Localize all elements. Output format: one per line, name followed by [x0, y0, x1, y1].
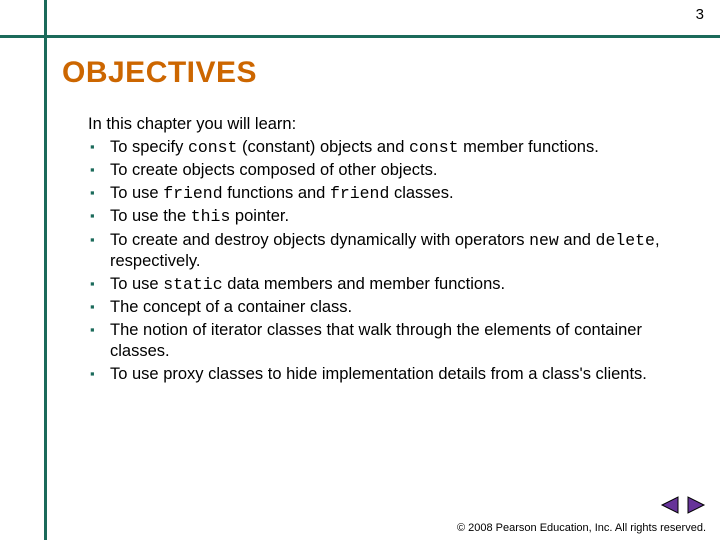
horizontal-rule: [0, 35, 720, 38]
plain-text: functions and: [223, 184, 330, 202]
list-item: To use the this pointer.: [110, 206, 668, 227]
code-text: const: [409, 138, 459, 157]
plain-text: To use the: [110, 207, 191, 225]
triangle-left-icon: [660, 496, 680, 514]
plain-text: The notion of iterator classes that walk…: [110, 321, 642, 360]
footer-text: © 2008 Pearson Education, Inc. All right…: [457, 522, 706, 534]
list-item: To use friend functions and friend class…: [110, 183, 668, 204]
code-text: static: [163, 275, 222, 294]
plain-text: (constant) objects and: [237, 138, 409, 156]
code-text: friend: [163, 184, 222, 203]
list-item: To use static data members and member fu…: [110, 274, 668, 295]
plain-text: To specify: [110, 138, 188, 156]
plain-text: classes.: [389, 184, 453, 202]
slide: 3 OBJECTIVES In this chapter you will le…: [0, 0, 720, 540]
footer-copy: 2008 Pearson Education, Inc. All rights …: [468, 522, 706, 534]
plain-text: To create and destroy objects dynamicall…: [110, 231, 529, 249]
list-item: To create and destroy objects dynamicall…: [110, 230, 668, 272]
code-text: const: [188, 138, 238, 157]
plain-text: The concept of a container class.: [110, 298, 352, 316]
next-button[interactable]: [686, 496, 706, 513]
plain-text: and: [559, 231, 596, 249]
page-number: 3: [696, 6, 704, 23]
prev-button[interactable]: [660, 496, 684, 513]
plain-text: pointer.: [230, 207, 289, 225]
plain-text: To use proxy classes to hide implementat…: [110, 365, 647, 383]
objectives-list: To specify const (constant) objects and …: [88, 137, 668, 385]
vertical-rule: [44, 0, 47, 540]
code-text: this: [191, 207, 231, 226]
body-text: In this chapter you will learn: To speci…: [88, 114, 668, 387]
triangle-right-icon: [686, 496, 706, 514]
plain-text: member functions.: [459, 138, 599, 156]
list-item: The notion of iterator classes that walk…: [110, 320, 668, 362]
code-text: delete: [596, 231, 655, 250]
slide-title: OBJECTIVES: [62, 56, 257, 90]
copyright-symbol: ©: [457, 522, 465, 534]
code-text: friend: [330, 184, 389, 203]
plain-text: To create objects composed of other obje…: [110, 161, 437, 179]
list-item: The concept of a container class.: [110, 297, 668, 318]
plain-text: To use: [110, 275, 163, 293]
list-item: To create objects composed of other obje…: [110, 160, 668, 181]
list-item: To specify const (constant) objects and …: [110, 137, 668, 158]
code-text: new: [529, 231, 559, 250]
plain-text: To use: [110, 184, 163, 202]
plain-text: data members and member functions.: [223, 275, 505, 293]
nav-buttons: [658, 496, 706, 514]
intro-line: In this chapter you will learn:: [88, 114, 668, 135]
list-item: To use proxy classes to hide implementat…: [110, 364, 668, 385]
